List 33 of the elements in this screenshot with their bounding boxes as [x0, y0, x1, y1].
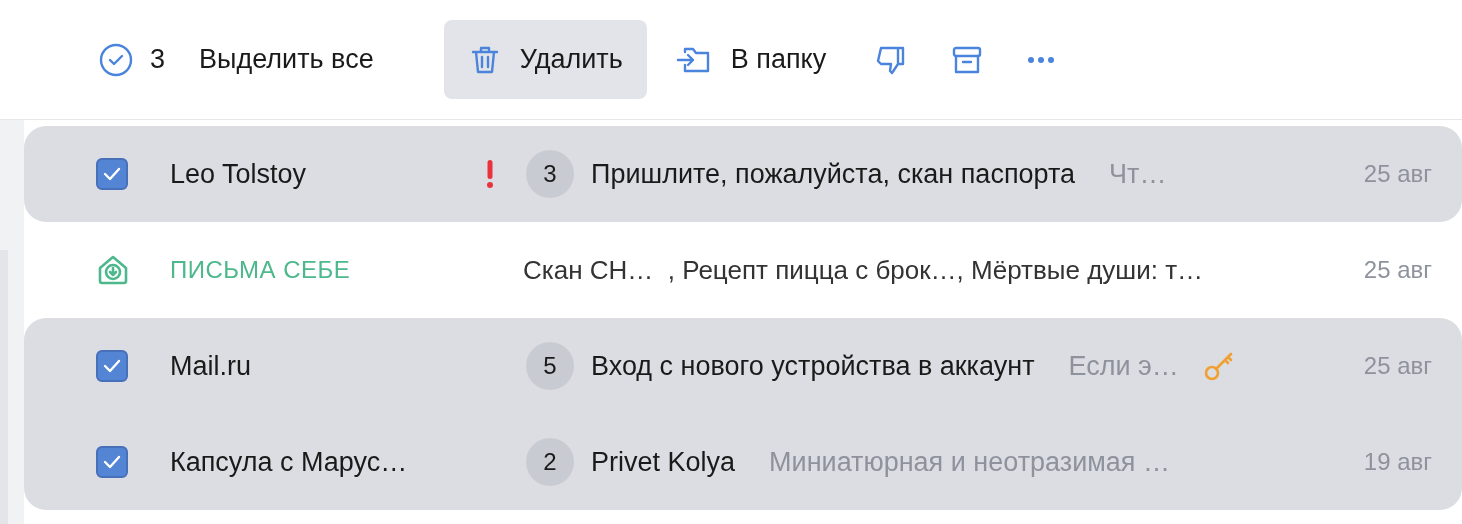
- subject: Privet Kolya: [591, 446, 736, 478]
- message-row[interactable]: Капсула с Марус… 2 Privet Kolya Миниатюрная и неотразимая … 19 авг: [24, 414, 1462, 510]
- check-icon: [103, 167, 121, 181]
- sender: Leo Tolstoy: [170, 158, 308, 190]
- inbox-download-icon: [96, 253, 130, 287]
- thread-count: 5: [526, 342, 574, 390]
- message-date: 25 авг: [1363, 160, 1432, 188]
- selected-count: 3: [150, 44, 166, 75]
- check-icon: [103, 455, 121, 469]
- checkbox[interactable]: [96, 350, 128, 382]
- message-date: 25 авг: [1363, 352, 1432, 380]
- message-date: 25 авг: [1363, 256, 1432, 284]
- subject: Вход с нового устройства в аккаунт: [591, 350, 1035, 382]
- sender: Капсула с Марус…: [170, 446, 409, 478]
- check-icon: [103, 359, 121, 373]
- thread-count: 3: [526, 150, 574, 198]
- snippet: Если э…: [1068, 350, 1179, 382]
- message-row[interactable]: Mail.ru 5 Вход с нового устройства в аккаунт Если э… 25 авг: [24, 318, 1462, 414]
- message-row[interactable]: Leo Tolstoy 3 Пришлите, пожалуйста, скан паспорта Чт… 25 авг: [24, 126, 1462, 222]
- sender: Mail.ru: [170, 350, 252, 382]
- checkbox[interactable]: [96, 446, 128, 478]
- snippet: Чт…: [1109, 158, 1167, 190]
- delete-button[interactable]: Удалить: [443, 20, 647, 99]
- thread-count: 2: [526, 438, 574, 486]
- checkbox[interactable]: [96, 158, 128, 190]
- snippet: Миниатюрная и неотразимая …: [769, 446, 1170, 478]
- subject: Пришлите, пожалуйста, скан паспорта: [591, 158, 1076, 190]
- folder-items: Скан СН… , Рецепт пицца с брок…, Мёртвые души: т…: [523, 254, 1204, 286]
- message-date: 19 авг: [1363, 448, 1432, 476]
- select-all-label[interactable]: Выделить все: [199, 44, 374, 75]
- more-icon: [1026, 54, 1057, 65]
- select-all-icon[interactable]: [98, 41, 134, 78]
- move-button[interactable]: В папку: [650, 20, 851, 99]
